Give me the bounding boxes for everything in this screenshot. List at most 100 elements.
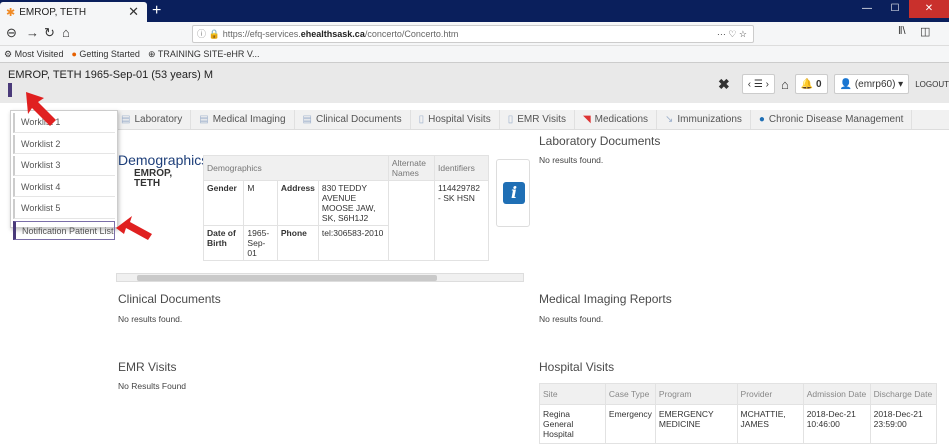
window-controls: — ☐ ✕ xyxy=(853,0,949,18)
col-program[interactable]: Program xyxy=(654,383,738,405)
discharge-date-cell: 2018-Dec-21 23:59:00 xyxy=(869,404,938,444)
site-cell: Regina General Hospital xyxy=(539,404,606,444)
alternate-names-header: Alternate Names xyxy=(387,155,436,181)
logout-link[interactable]: LOGOUT xyxy=(915,80,949,89)
menu-toggle[interactable] xyxy=(8,83,12,97)
col-discharge-date[interactable]: Discharge Date xyxy=(869,383,938,405)
demographics-table: Demographics Alternate Names Identifiers… xyxy=(202,155,489,261)
identifier-value: 114429782 - SK HSN xyxy=(434,180,489,261)
back-icon[interactable]: ⊖ xyxy=(6,25,17,41)
tab-medical-imaging[interactable]: ▤ Medical Imaging xyxy=(191,110,295,129)
phone-value: tel:306583-2010 xyxy=(317,225,389,261)
gender-label: Gender xyxy=(202,180,245,226)
demographics-name-first: TETH xyxy=(134,178,161,189)
identifiers-header: Identifiers xyxy=(434,155,489,181)
col-admission-date[interactable]: Admission Date xyxy=(802,383,871,405)
page-actions-icon[interactable]: ··· ♡ ☆ xyxy=(717,26,747,42)
lab-documents-message: No results found. xyxy=(539,155,604,165)
col-case-type[interactable]: Case Type xyxy=(604,383,656,405)
circle-icon: ● xyxy=(758,114,765,125)
close-patient-icon[interactable]: ✖ xyxy=(718,76,730,93)
document-icon: ▤ xyxy=(121,114,131,125)
admission-date-cell: 2018-Dec-21 10:46:00 xyxy=(802,404,871,444)
bookmark-training-site[interactable]: ⊕ TRAINING SITE-eHR V... xyxy=(148,49,260,60)
reload-icon[interactable]: ↻ xyxy=(44,25,55,41)
concerto-favicon-icon: ✱ xyxy=(6,6,16,19)
maximize-icon[interactable]: ☐ xyxy=(881,0,909,18)
sidebar-icon[interactable]: ◫ xyxy=(920,25,930,38)
table-header-row: Site Case Type Program Provider Admissio… xyxy=(539,383,938,405)
demographics-header: Demographics xyxy=(203,155,389,181)
patient-banner: EMROP, TETH 1965-Sep-01 (53 years) M xyxy=(8,69,214,81)
worklist-item-3[interactable]: Worklist 3 xyxy=(13,156,115,176)
document-icon: ▤ xyxy=(302,114,312,125)
settings-icon: ⚙ xyxy=(4,48,13,59)
worklist-item-5[interactable]: Worklist 5 xyxy=(13,199,115,219)
annotation-arrow-left xyxy=(116,216,152,240)
bookmark-getting-started[interactable]: ● Getting Started xyxy=(71,49,140,59)
program-cell: EMERGENCY MEDICINE xyxy=(654,404,738,444)
bookmark-most-visited[interactable]: ⚙ Most Visited xyxy=(4,49,63,60)
close-tab-icon[interactable]: ✕ xyxy=(128,4,139,20)
col-provider[interactable]: Provider xyxy=(736,383,804,405)
bell-icon: 🔔 xyxy=(800,78,814,90)
firefox-icon: ● xyxy=(71,49,77,59)
url-prefix: https://efq-services. xyxy=(222,29,301,39)
browser-nav-bar: ⊖ → ↻ ⌂ ⓘ 🔒 https://efq-services.ehealths… xyxy=(0,22,949,46)
address-label: Address xyxy=(276,180,319,226)
tab-clinical-documents[interactable]: ▤ Clinical Documents xyxy=(295,110,411,129)
info-panel: i xyxy=(496,159,530,227)
hospital-visits-title: Hospital Visits xyxy=(539,360,615,374)
scrollbar-thumb[interactable] xyxy=(137,275,437,281)
app-header: EMROP, TETH 1965-Sep-01 (53 years) M ✖ ‹… xyxy=(0,63,949,103)
info-icon[interactable]: ⓘ xyxy=(197,29,206,39)
clinical-documents-message: No results found. xyxy=(118,314,183,324)
emr-icon: ▯ xyxy=(507,114,514,125)
document-icon: ▤ xyxy=(199,114,209,125)
col-site[interactable]: Site xyxy=(539,383,606,405)
window-close-icon[interactable]: ✕ xyxy=(909,0,949,18)
alternate-names-cell xyxy=(387,180,436,261)
url-domain: ehealthsask.ca xyxy=(300,29,365,39)
dob-value: 1965-Sep-01 xyxy=(243,225,278,261)
worklist-item-notification-patient-list[interactable]: Notification Patient List xyxy=(13,220,115,240)
phone-label: Phone xyxy=(276,225,319,261)
browser-tab-title: EMROP, TETH xyxy=(19,6,87,18)
url-bar[interactable]: ⓘ 🔒 https://efq-services.ehealthsask.ca/c… xyxy=(192,25,754,43)
browser-tab[interactable]: ✱ EMROP, TETH ✕ xyxy=(0,2,147,22)
table-row[interactable]: Regina General Hospital Emergency EMERGE… xyxy=(539,404,938,444)
tab-chronic-disease-management[interactable]: ● Chronic Disease Management xyxy=(751,110,913,129)
clinical-tabs: ▤ Laboratory ▤ Medical Imaging ▤ Clinical D… xyxy=(113,110,949,130)
minimize-icon[interactable]: — xyxy=(853,0,881,18)
lab-documents-title: Laboratory Documents xyxy=(539,134,661,148)
worklist-item-2[interactable]: Worklist 2 xyxy=(13,134,115,154)
library-icon[interactable]: ‖\ xyxy=(898,25,906,37)
globe-icon: ⊕ xyxy=(147,48,156,59)
url-suffix: /concerto/Concerto.htm xyxy=(364,29,459,39)
new-tab-button[interactable]: + xyxy=(152,2,161,20)
forward-icon[interactable]: → xyxy=(26,25,39,40)
clinical-documents-title: Clinical Documents xyxy=(118,292,221,306)
home-icon[interactable]: ⌂ xyxy=(62,25,70,40)
gender-value: M xyxy=(243,180,278,226)
user-menu-button[interactable]: 👤 (emrp60) ▾ xyxy=(833,74,910,94)
header-actions: ✖ ‹ ☰ › ⌂ 🔔 0 👤 (emrp60) ▾ LOGOUT xyxy=(718,73,949,95)
tab-emr-visits[interactable]: ▯ EMR Visits xyxy=(500,110,575,129)
notifications-button[interactable]: 🔔 0 xyxy=(794,74,828,94)
tab-medications[interactable]: ◥ Medications xyxy=(575,110,658,129)
user-icon: 👤 xyxy=(839,78,853,90)
list-nav-button[interactable]: ‹ ☰ › xyxy=(741,74,775,94)
horizontal-scrollbar[interactable] xyxy=(116,273,524,282)
tab-immunizations[interactable]: ↘ Immunizations xyxy=(657,110,751,129)
tab-laboratory[interactable]: ▤ Laboratory xyxy=(113,110,192,129)
syringe-icon: ↘ xyxy=(665,114,674,125)
home-icon[interactable]: ⌂ xyxy=(781,77,789,92)
tab-hospital-visits[interactable]: ▯ Hospital Visits xyxy=(411,110,500,129)
case-type-cell: Emergency xyxy=(604,404,656,444)
lock-icon: 🔒 xyxy=(208,29,220,39)
pill-icon: ◥ xyxy=(582,114,591,125)
browser-tab-bar: ✱ EMROP, TETH ✕ + — ☐ ✕ xyxy=(0,0,949,22)
info-icon[interactable]: i xyxy=(503,182,525,204)
worklist-item-4[interactable]: Worklist 4 xyxy=(13,177,115,197)
annotation-arrow-up xyxy=(26,92,56,126)
